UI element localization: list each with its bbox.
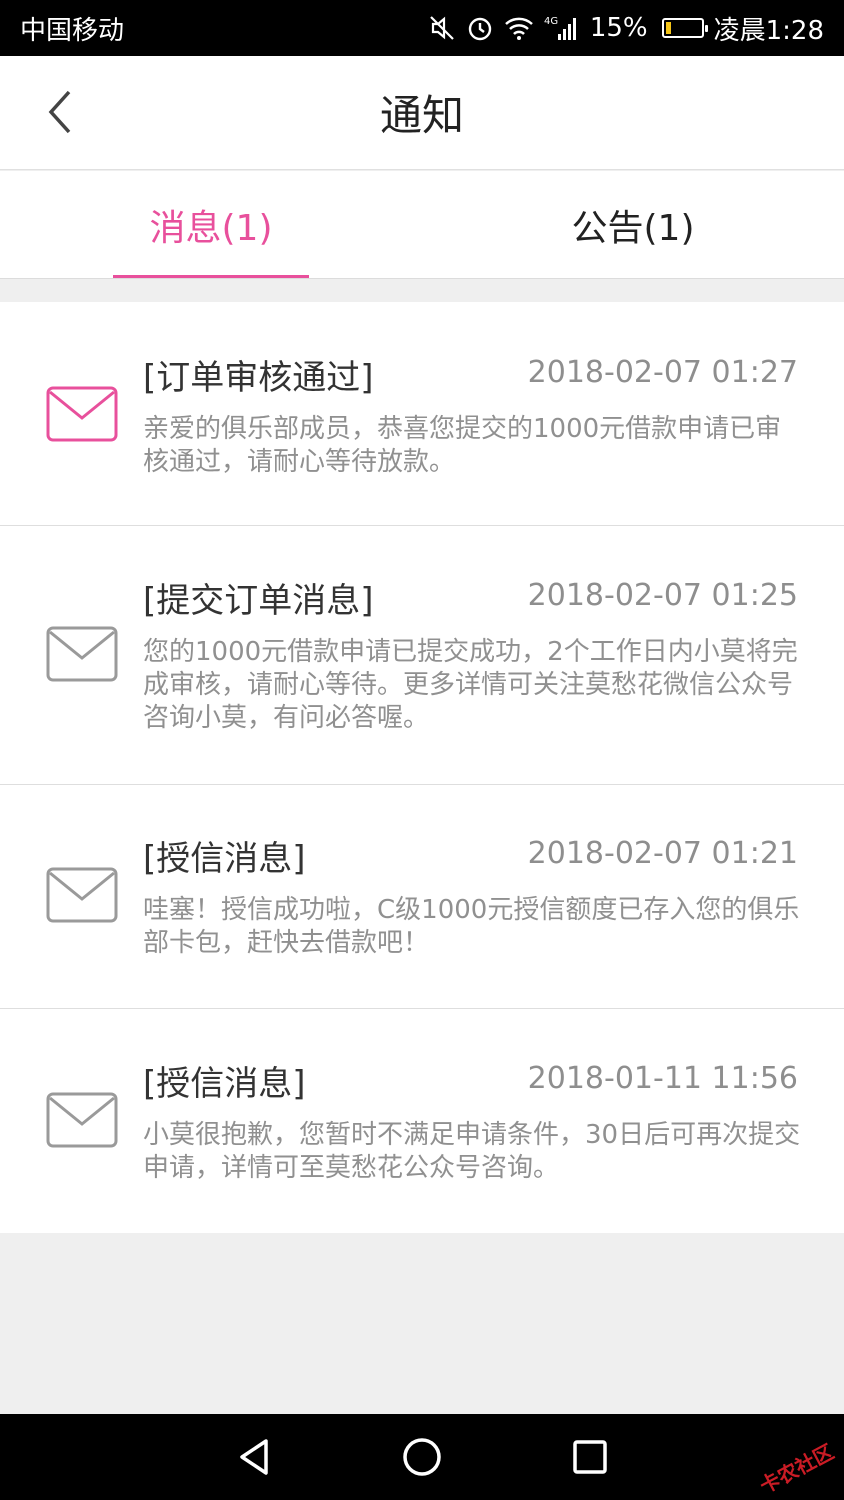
list-item[interactable]: [提交订单消息] 2018-02-07 01:25 您的1000元借款申请已提交… (0, 526, 844, 785)
battery-percent: 15% (589, 13, 648, 43)
status-bar: 中国移动 4G 15% 凌晨1:28 (0, 0, 844, 56)
triangle-back-icon (240, 1439, 268, 1475)
nav-home-button[interactable] (392, 1427, 452, 1487)
alarm-icon (466, 14, 494, 42)
message-title: [授信消息] (143, 839, 306, 879)
envelope-icon (46, 1092, 118, 1148)
message-title: [提交订单消息] (143, 581, 374, 621)
back-button[interactable] (30, 82, 90, 142)
message-title: [订单审核通过] (143, 358, 374, 398)
message-time: 2018-02-07 01:27 (527, 355, 798, 390)
tab-announcements[interactable]: 公告(1) (422, 171, 844, 278)
watermark-logo: 卡农社区 (755, 1439, 838, 1499)
clock: 凌晨1:28 (713, 15, 824, 46)
tab-bar: 消息(1) 公告(1) (0, 171, 844, 279)
page-title: 通知 (379, 91, 464, 140)
header: 通知 (0, 56, 844, 170)
envelope-icon (46, 626, 118, 682)
tab-messages[interactable]: 消息(1) (0, 171, 422, 278)
envelope-icon (46, 867, 118, 923)
network-type: 4G (544, 16, 558, 27)
message-body: 小莫很抱歉，您暂时不满足申请条件，30日后可再次提交申请，详情可至莫愁花公众号咨… (143, 1120, 801, 1183)
battery-level (665, 22, 671, 34)
message-time: 2018-01-11 11:56 (527, 1061, 798, 1096)
wifi-icon (504, 15, 534, 41)
chevron-left-icon (48, 90, 71, 134)
status-icons: 4G 15% 凌晨1:28 (428, 10, 824, 47)
nav-back-button[interactable] (224, 1427, 284, 1487)
message-time: 2018-02-07 01:21 (527, 836, 798, 871)
envelope-icon (46, 386, 118, 442)
message-time: 2018-02-07 01:25 (527, 578, 798, 613)
list-item[interactable]: [授信消息] 2018-02-07 01:21 哇塞！授信成功啦，C级1000元… (0, 785, 844, 1009)
square-recents-icon (573, 1440, 607, 1474)
message-title: [授信消息] (143, 1064, 306, 1104)
message-body: 亲爱的俱乐部成员，恭喜您提交的1000元借款申请已审核通过，请耐心等待放款。 (143, 414, 782, 477)
carrier-label: 中国移动 (20, 15, 125, 46)
message-body: 哇塞！授信成功啦，C级1000元授信额度已存入您的俱乐部卡包，赶快去借款吧！ (143, 895, 800, 958)
list-item[interactable]: [授信消息] 2018-01-11 11:56 小莫很抱歉，您暂时不满足申请条件… (0, 1009, 844, 1233)
message-list: [订单审核通过] 2018-02-07 01:27 亲爱的俱乐部成员，恭喜您提交… (0, 302, 844, 1233)
battery-icon (661, 18, 708, 38)
nav-recents-button[interactable] (560, 1427, 620, 1487)
mute-icon (428, 14, 456, 42)
signal-icon: 4G (544, 14, 580, 42)
circle-home-icon (403, 1438, 441, 1476)
system-nav-bar: 卡农社区 (0, 1414, 844, 1500)
message-body: 您的1000元借款申请已提交成功，2个工作日内小莫将完成审核，请耐心等待。更多详… (143, 637, 798, 733)
list-item[interactable]: [订单审核通过] 2018-02-07 01:27 亲爱的俱乐部成员，恭喜您提交… (0, 302, 844, 526)
